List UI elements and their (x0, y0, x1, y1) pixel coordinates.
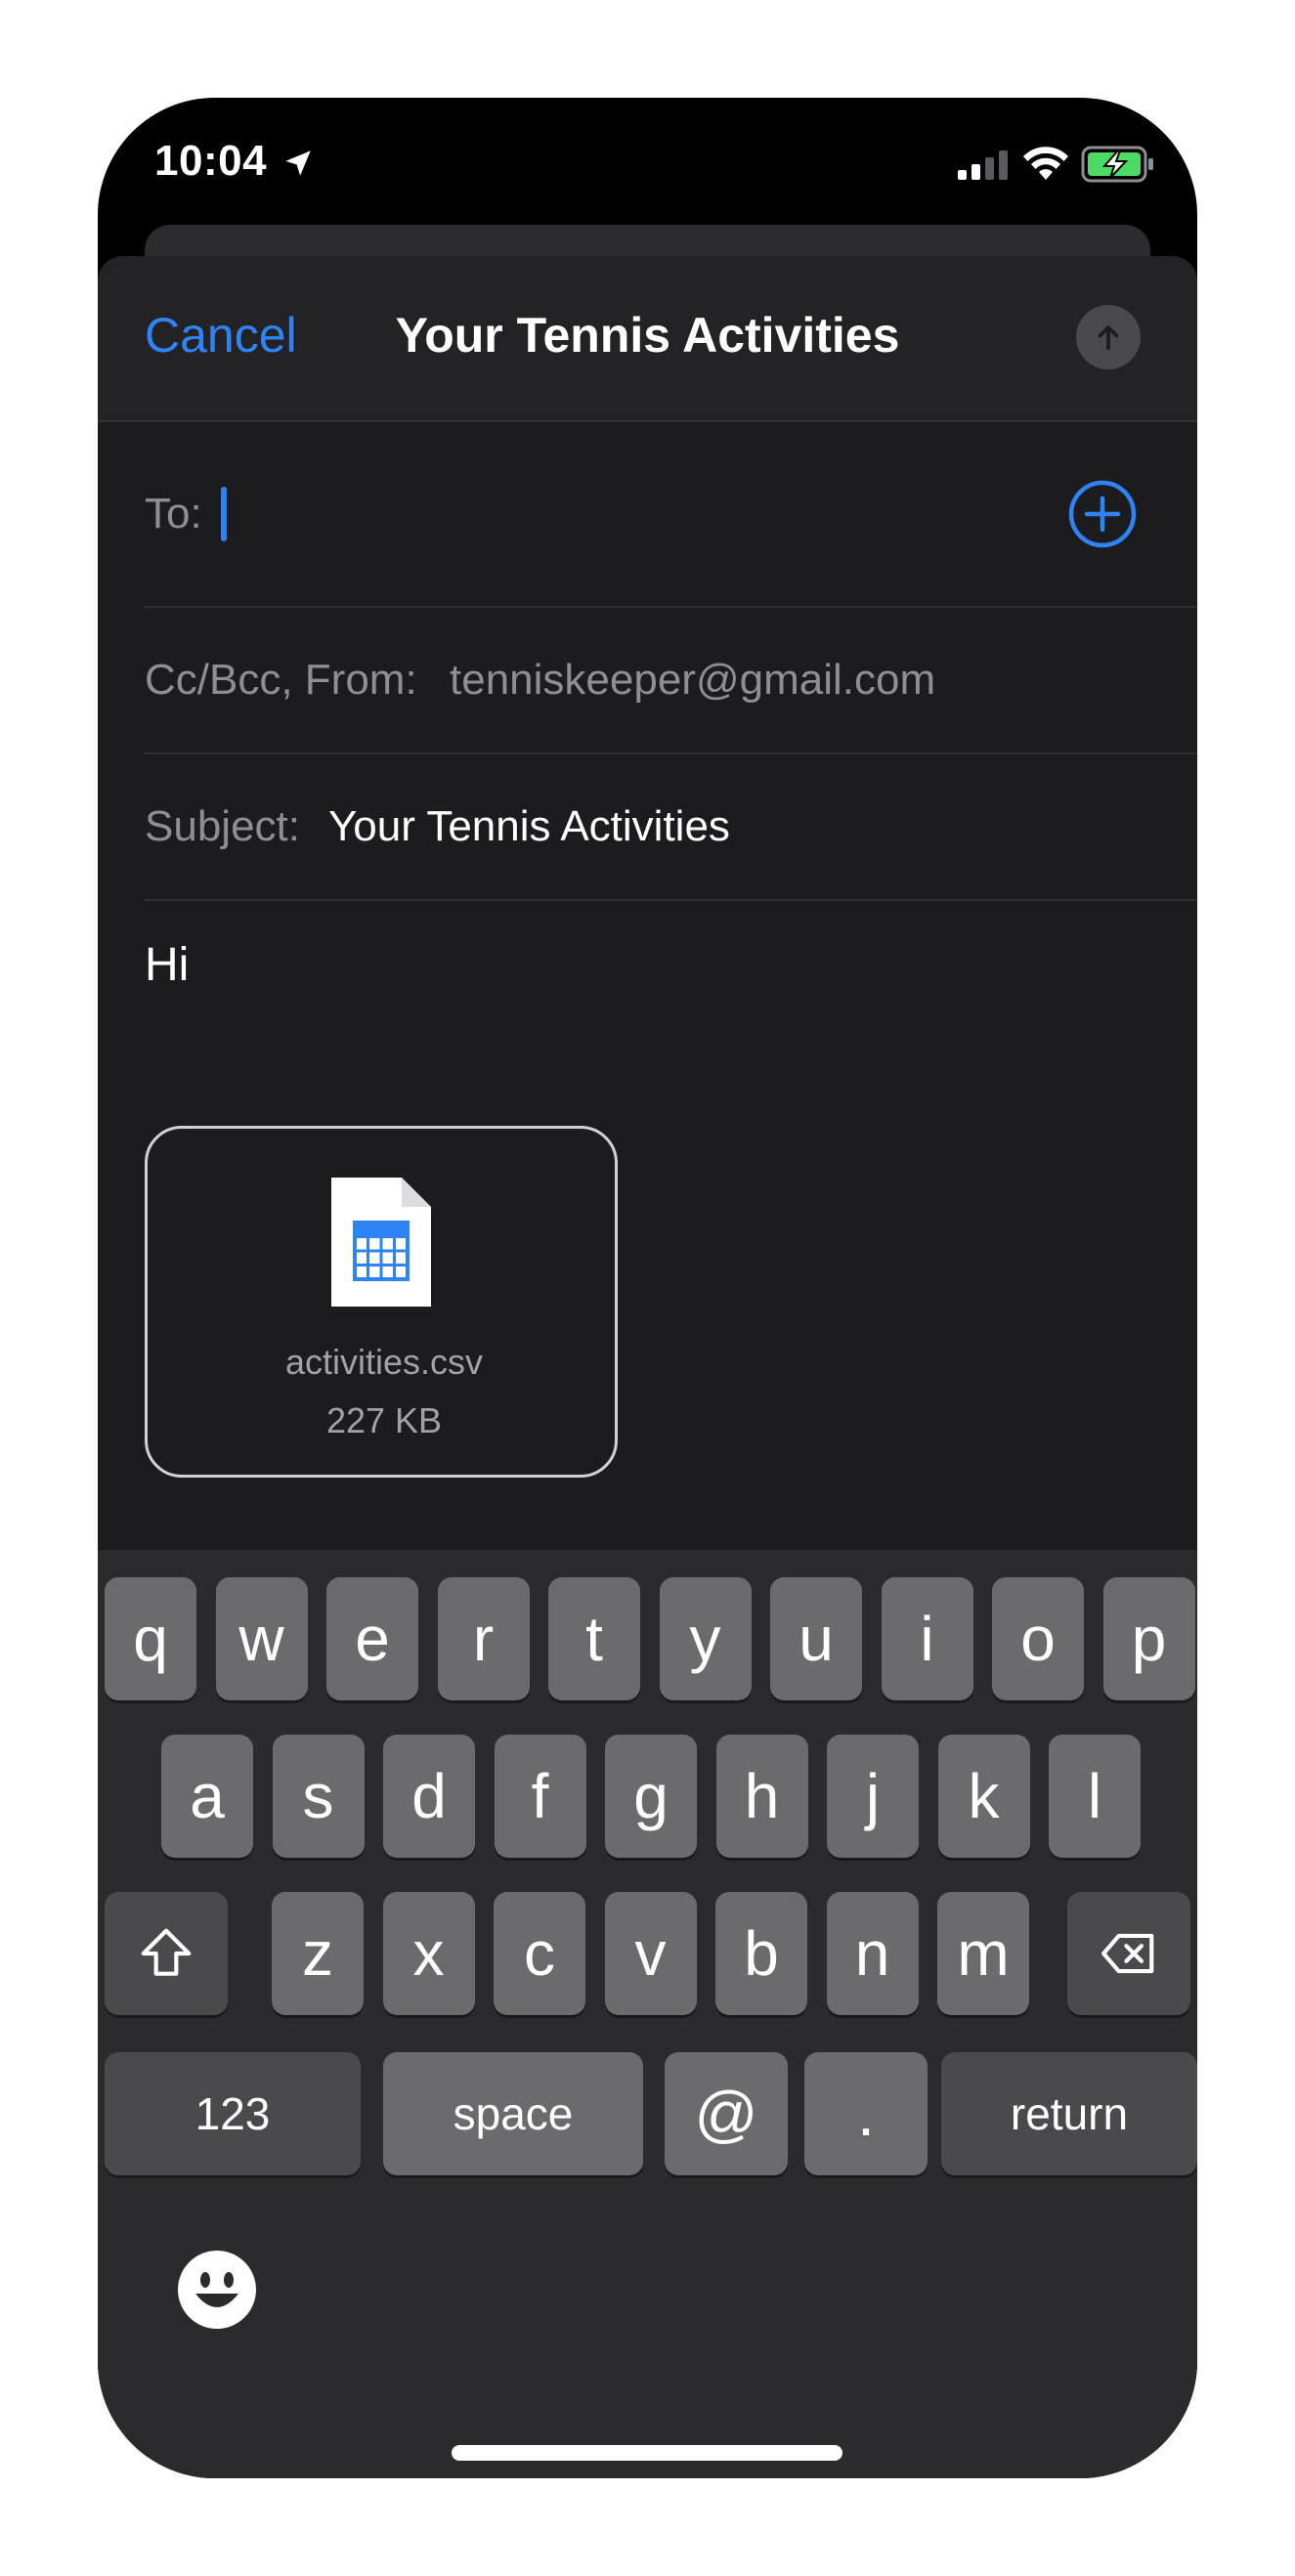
key-r[interactable]: r (437, 1577, 530, 1700)
key-x[interactable]: x (382, 1892, 475, 2015)
key-p[interactable]: p (1102, 1577, 1195, 1700)
numbers-key[interactable]: 123 (105, 2052, 361, 2175)
key-q[interactable]: q (105, 1577, 196, 1700)
cc-bcc-from-field[interactable]: Cc/Bcc, From: tenniskeeper@gmail.com (145, 608, 1197, 754)
keyboard: qwertyuiop asdfghjkl zxcvbnm 123 space @… (98, 1550, 1197, 2478)
emoji-icon[interactable] (176, 2249, 258, 2331)
attachment-file-name: activities.csv (284, 1342, 484, 1382)
attachment-file-size: 227 KB (325, 1400, 443, 1440)
arrow-up-icon (1098, 325, 1119, 351)
key-a[interactable]: a (161, 1735, 253, 1858)
subject-value: Your Tennis Activities (328, 802, 730, 850)
key-s[interactable]: s (272, 1735, 365, 1858)
key-o[interactable]: o (992, 1577, 1084, 1700)
attachment-card[interactable]: activities.csv 227 KB (145, 1126, 618, 1478)
key-t[interactable]: t (548, 1577, 640, 1700)
key-f[interactable]: f (494, 1735, 586, 1858)
text-cursor (221, 487, 227, 541)
key-c[interactable]: c (494, 1892, 585, 2015)
delete-backspace-icon (1101, 1933, 1154, 1974)
subject-label: Subject: (145, 802, 300, 850)
key-w[interactable]: w (215, 1577, 308, 1700)
battery-charging-icon (1081, 146, 1153, 183)
compose-title: Your Tennis Activities (395, 308, 900, 363)
delete-key[interactable] (1067, 1892, 1190, 2015)
period-key[interactable]: . (804, 2052, 928, 2175)
key-u[interactable]: u (770, 1577, 862, 1700)
send-button[interactable] (1076, 305, 1141, 369)
key-h[interactable]: h (715, 1735, 808, 1858)
message-body[interactable]: Hi (145, 938, 189, 992)
to-label: To: (145, 490, 202, 537)
key-n[interactable]: n (826, 1892, 919, 2015)
spreadsheet-file-icon (331, 1178, 431, 1307)
shift-icon (141, 1928, 192, 1976)
space-key[interactable]: space (383, 2052, 643, 2175)
compose-nav-bar: Cancel Your Tennis Activities (98, 256, 1197, 422)
status-bar: 10:04 (98, 98, 1197, 235)
key-d[interactable]: d (383, 1735, 475, 1858)
from-address: tenniskeeper@gmail.com (450, 656, 936, 704)
cc-bcc-from-label: Cc/Bcc, From: (145, 656, 417, 704)
return-key[interactable]: return (941, 2052, 1197, 2175)
status-time: 10:04 (154, 137, 268, 185)
cellular-signal-icon (958, 150, 1008, 180)
location-arrow-icon (285, 150, 311, 176)
key-e[interactable]: e (326, 1577, 418, 1700)
key-l[interactable]: l (1049, 1735, 1141, 1858)
key-v[interactable]: v (604, 1892, 697, 2015)
wifi-icon (1023, 147, 1068, 180)
key-g[interactable]: g (605, 1735, 697, 1858)
plus-circle-icon[interactable] (1067, 479, 1138, 549)
key-j[interactable]: j (827, 1735, 919, 1858)
subject-field[interactable]: Subject: Your Tennis Activities (145, 754, 1197, 901)
to-field[interactable]: To: (145, 422, 1197, 608)
home-indicator[interactable] (452, 2445, 842, 2461)
key-y[interactable]: y (659, 1577, 752, 1700)
shift-key[interactable] (105, 1892, 228, 2015)
key-m[interactable]: m (937, 1892, 1029, 2015)
phone-screen: 10:04 Cancel Your Tennis Activities To: … (98, 98, 1197, 2478)
at-key[interactable]: @ (665, 2052, 788, 2175)
key-b[interactable]: b (715, 1892, 807, 2015)
key-i[interactable]: i (881, 1577, 973, 1700)
key-z[interactable]: z (272, 1892, 364, 2015)
key-k[interactable]: k (937, 1735, 1030, 1858)
